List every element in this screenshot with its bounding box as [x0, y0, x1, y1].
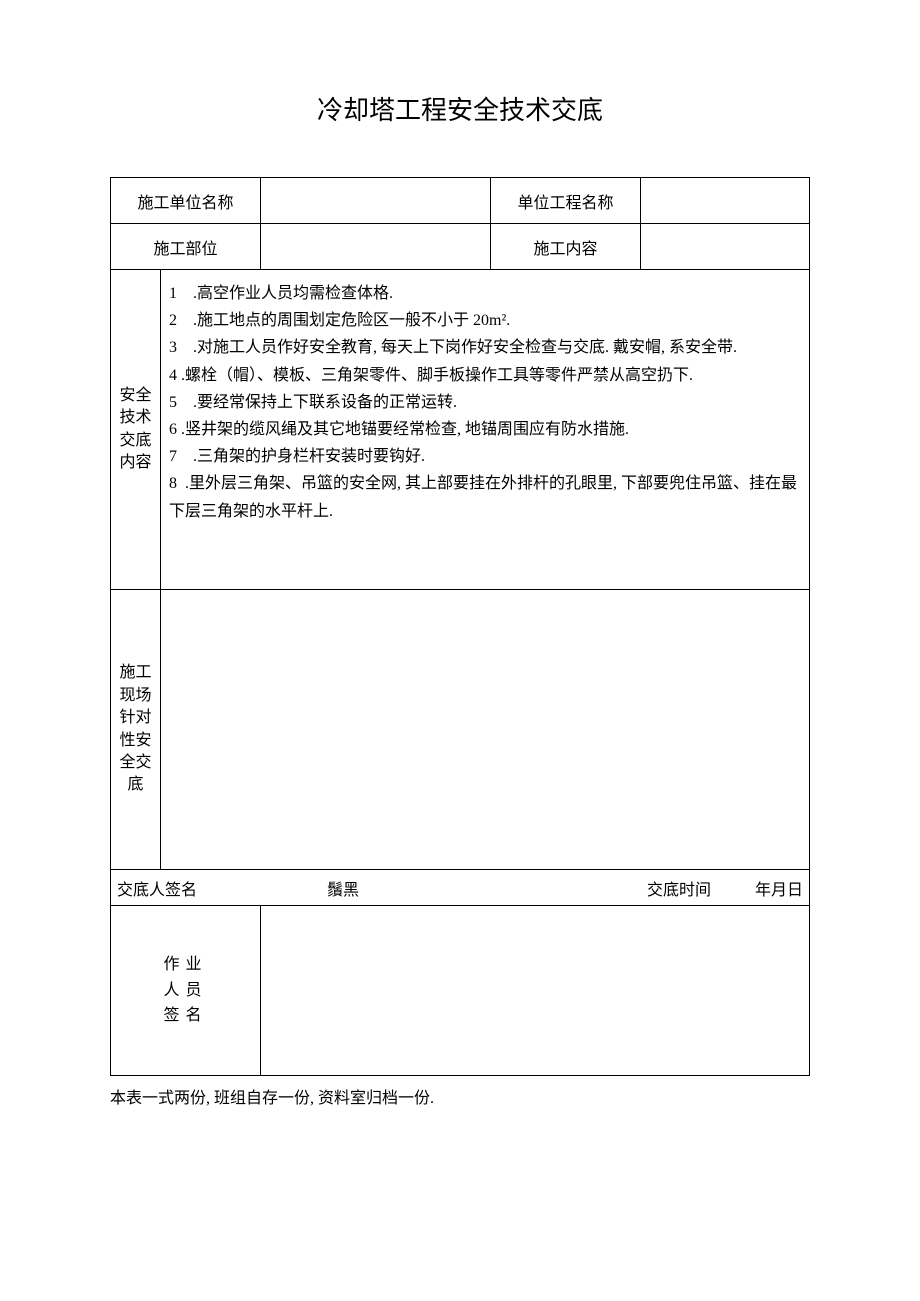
list-item: 4 .螺栓（帽）、模板、三角架零件、脚手板操作工具等零件严禁从高空扔下.: [169, 362, 801, 389]
document-title: 冷却塔工程安全技术交底: [110, 90, 810, 127]
content-label: 施工内容: [491, 224, 641, 270]
location-value: [261, 224, 491, 270]
section-safety-label: 安全技术交底内容: [111, 270, 161, 590]
section-site-row: 施工现场针对性安全交底: [111, 590, 810, 870]
date-value: 年月日: [755, 882, 803, 899]
unit-name-label: 施工单位名称: [111, 178, 261, 224]
main-table: 施工单位名称 单位工程名称 施工部位 施工内容 安全技术交底内容 1 .高空作业…: [110, 177, 810, 1076]
footer-note: 本表一式两份, 班组自存一份, 资料室归档一份.: [110, 1084, 810, 1108]
project-name-label: 单位工程名称: [491, 178, 641, 224]
list-item: 2 .施工地点的周围划定危险区一般不小于 20m².: [169, 307, 801, 334]
list-item: 6 .竖井架的缆风绳及其它地锚要经常检查, 地锚周围应有防水措施.: [169, 416, 801, 443]
worker-signature-value: [261, 906, 810, 1076]
worker-signature-label: 作业 人员 签名: [111, 906, 261, 1076]
time-label: 交底时间: [647, 882, 751, 899]
signer-value: 鬚黑: [197, 876, 647, 900]
signer-label: 交底人签名: [117, 876, 197, 900]
signature-row: 交底人签名 鬚黑 交底时间 年月日: [111, 870, 810, 906]
list-item: 5 .要经常保持上下联系设备的正常运转.: [169, 389, 801, 416]
list-item: 1 .高空作业人员均需检查体格.: [169, 280, 801, 307]
project-name-value: [641, 178, 810, 224]
list-item: 7 .三角架的护身栏杆安装时要钩好.: [169, 443, 801, 470]
section-safety-content: 1 .高空作业人员均需检查体格.2 .施工地点的周围划定危险区一般不小于 20m…: [161, 270, 810, 590]
list-item: 8 .里外层三角架、吊篮的安全网, 其上部要挂在外排杆的孔眼里, 下部要兜住吊篮…: [169, 470, 801, 524]
worker-signature-row: 作业 人员 签名: [111, 906, 810, 1076]
section-safety-row: 安全技术交底内容 1 .高空作业人员均需检查体格.2 .施工地点的周围划定危险区…: [111, 270, 810, 590]
signature-cell: 交底人签名 鬚黑 交底时间 年月日: [111, 870, 810, 906]
location-label: 施工部位: [111, 224, 261, 270]
section-site-label: 施工现场针对性安全交底: [111, 590, 161, 870]
content-value: [641, 224, 810, 270]
section-site-content: [161, 590, 810, 870]
unit-name-value: [261, 178, 491, 224]
header-row-1: 施工单位名称 单位工程名称: [111, 178, 810, 224]
list-item: 3 .对施工人员作好安全教育, 每天上下岗作好安全检查与交底. 戴安帽, 系安全…: [169, 334, 801, 361]
header-row-2: 施工部位 施工内容: [111, 224, 810, 270]
